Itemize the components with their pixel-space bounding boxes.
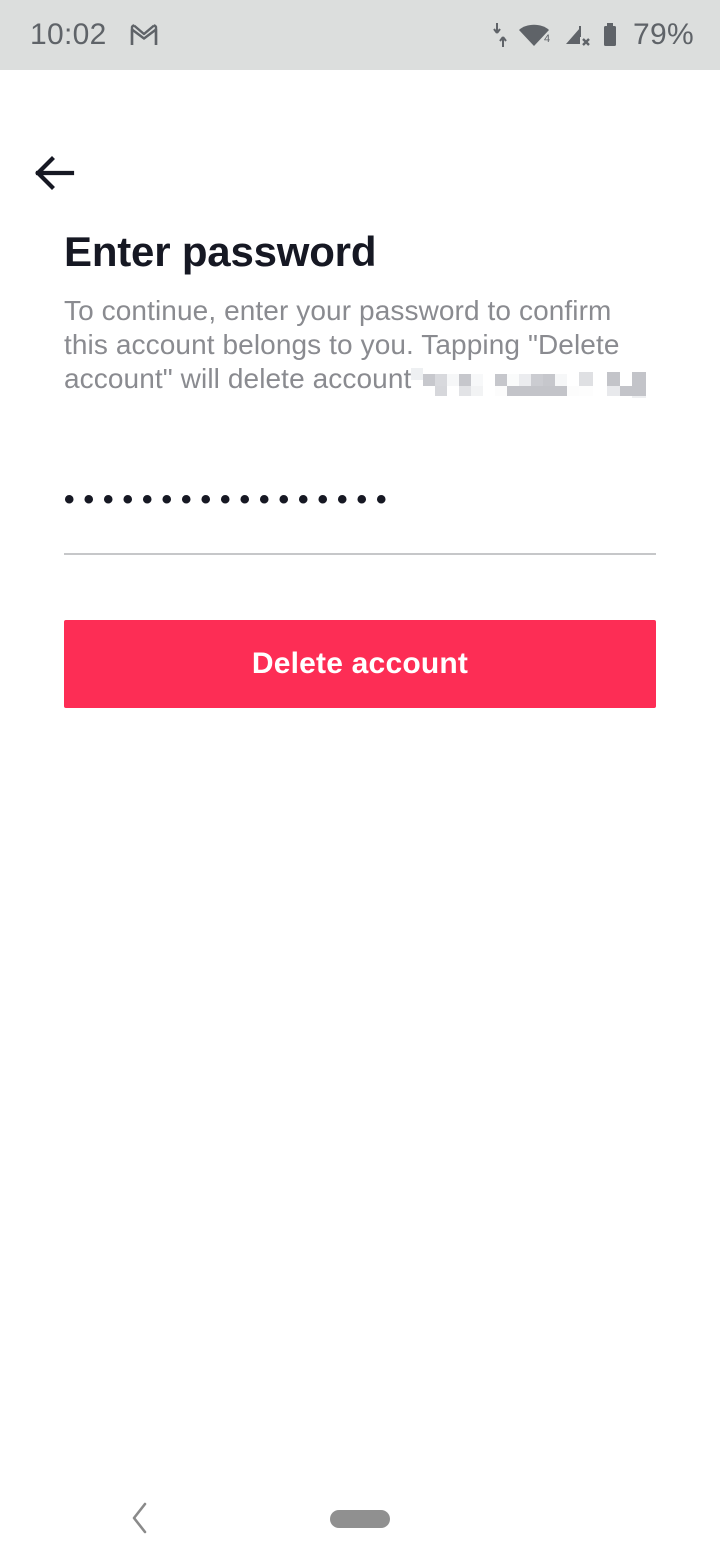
android-navigation-bar bbox=[0, 1480, 720, 1560]
redacted-account-name bbox=[411, 368, 649, 398]
password-field[interactable]: ••••••••••••••••• bbox=[64, 470, 656, 555]
svg-text:4: 4 bbox=[544, 33, 550, 45]
status-bar: 10:02 4 79% bbox=[0, 0, 720, 70]
battery-percentage: 79% bbox=[633, 18, 694, 51]
page-description: To continue, enter your password to conf… bbox=[64, 294, 660, 398]
status-bar-left: 10:02 bbox=[30, 18, 159, 52]
back-button[interactable] bbox=[22, 142, 86, 206]
nav-home-pill[interactable] bbox=[330, 1510, 390, 1528]
wifi-icon: 4 bbox=[517, 20, 553, 50]
app-screen: 10:02 4 79% Enter password To continue, … bbox=[0, 0, 720, 1560]
page-title: Enter password bbox=[64, 228, 377, 275]
arrow-left-icon bbox=[32, 153, 76, 196]
data-transfer-icon bbox=[493, 20, 507, 50]
password-input[interactable]: ••••••••••••••••• bbox=[64, 470, 656, 530]
app-topbar bbox=[0, 70, 720, 190]
status-bar-clock: 10:02 bbox=[30, 18, 107, 51]
password-field-underline bbox=[64, 553, 656, 555]
cellular-no-signal-icon bbox=[563, 20, 591, 50]
gmail-icon bbox=[129, 22, 159, 48]
nav-back-button[interactable] bbox=[118, 1498, 162, 1542]
battery-icon bbox=[601, 20, 619, 50]
chevron-left-icon bbox=[129, 1501, 151, 1540]
status-bar-right: 4 79% bbox=[493, 18, 694, 52]
delete-account-button[interactable]: Delete account bbox=[64, 620, 656, 708]
